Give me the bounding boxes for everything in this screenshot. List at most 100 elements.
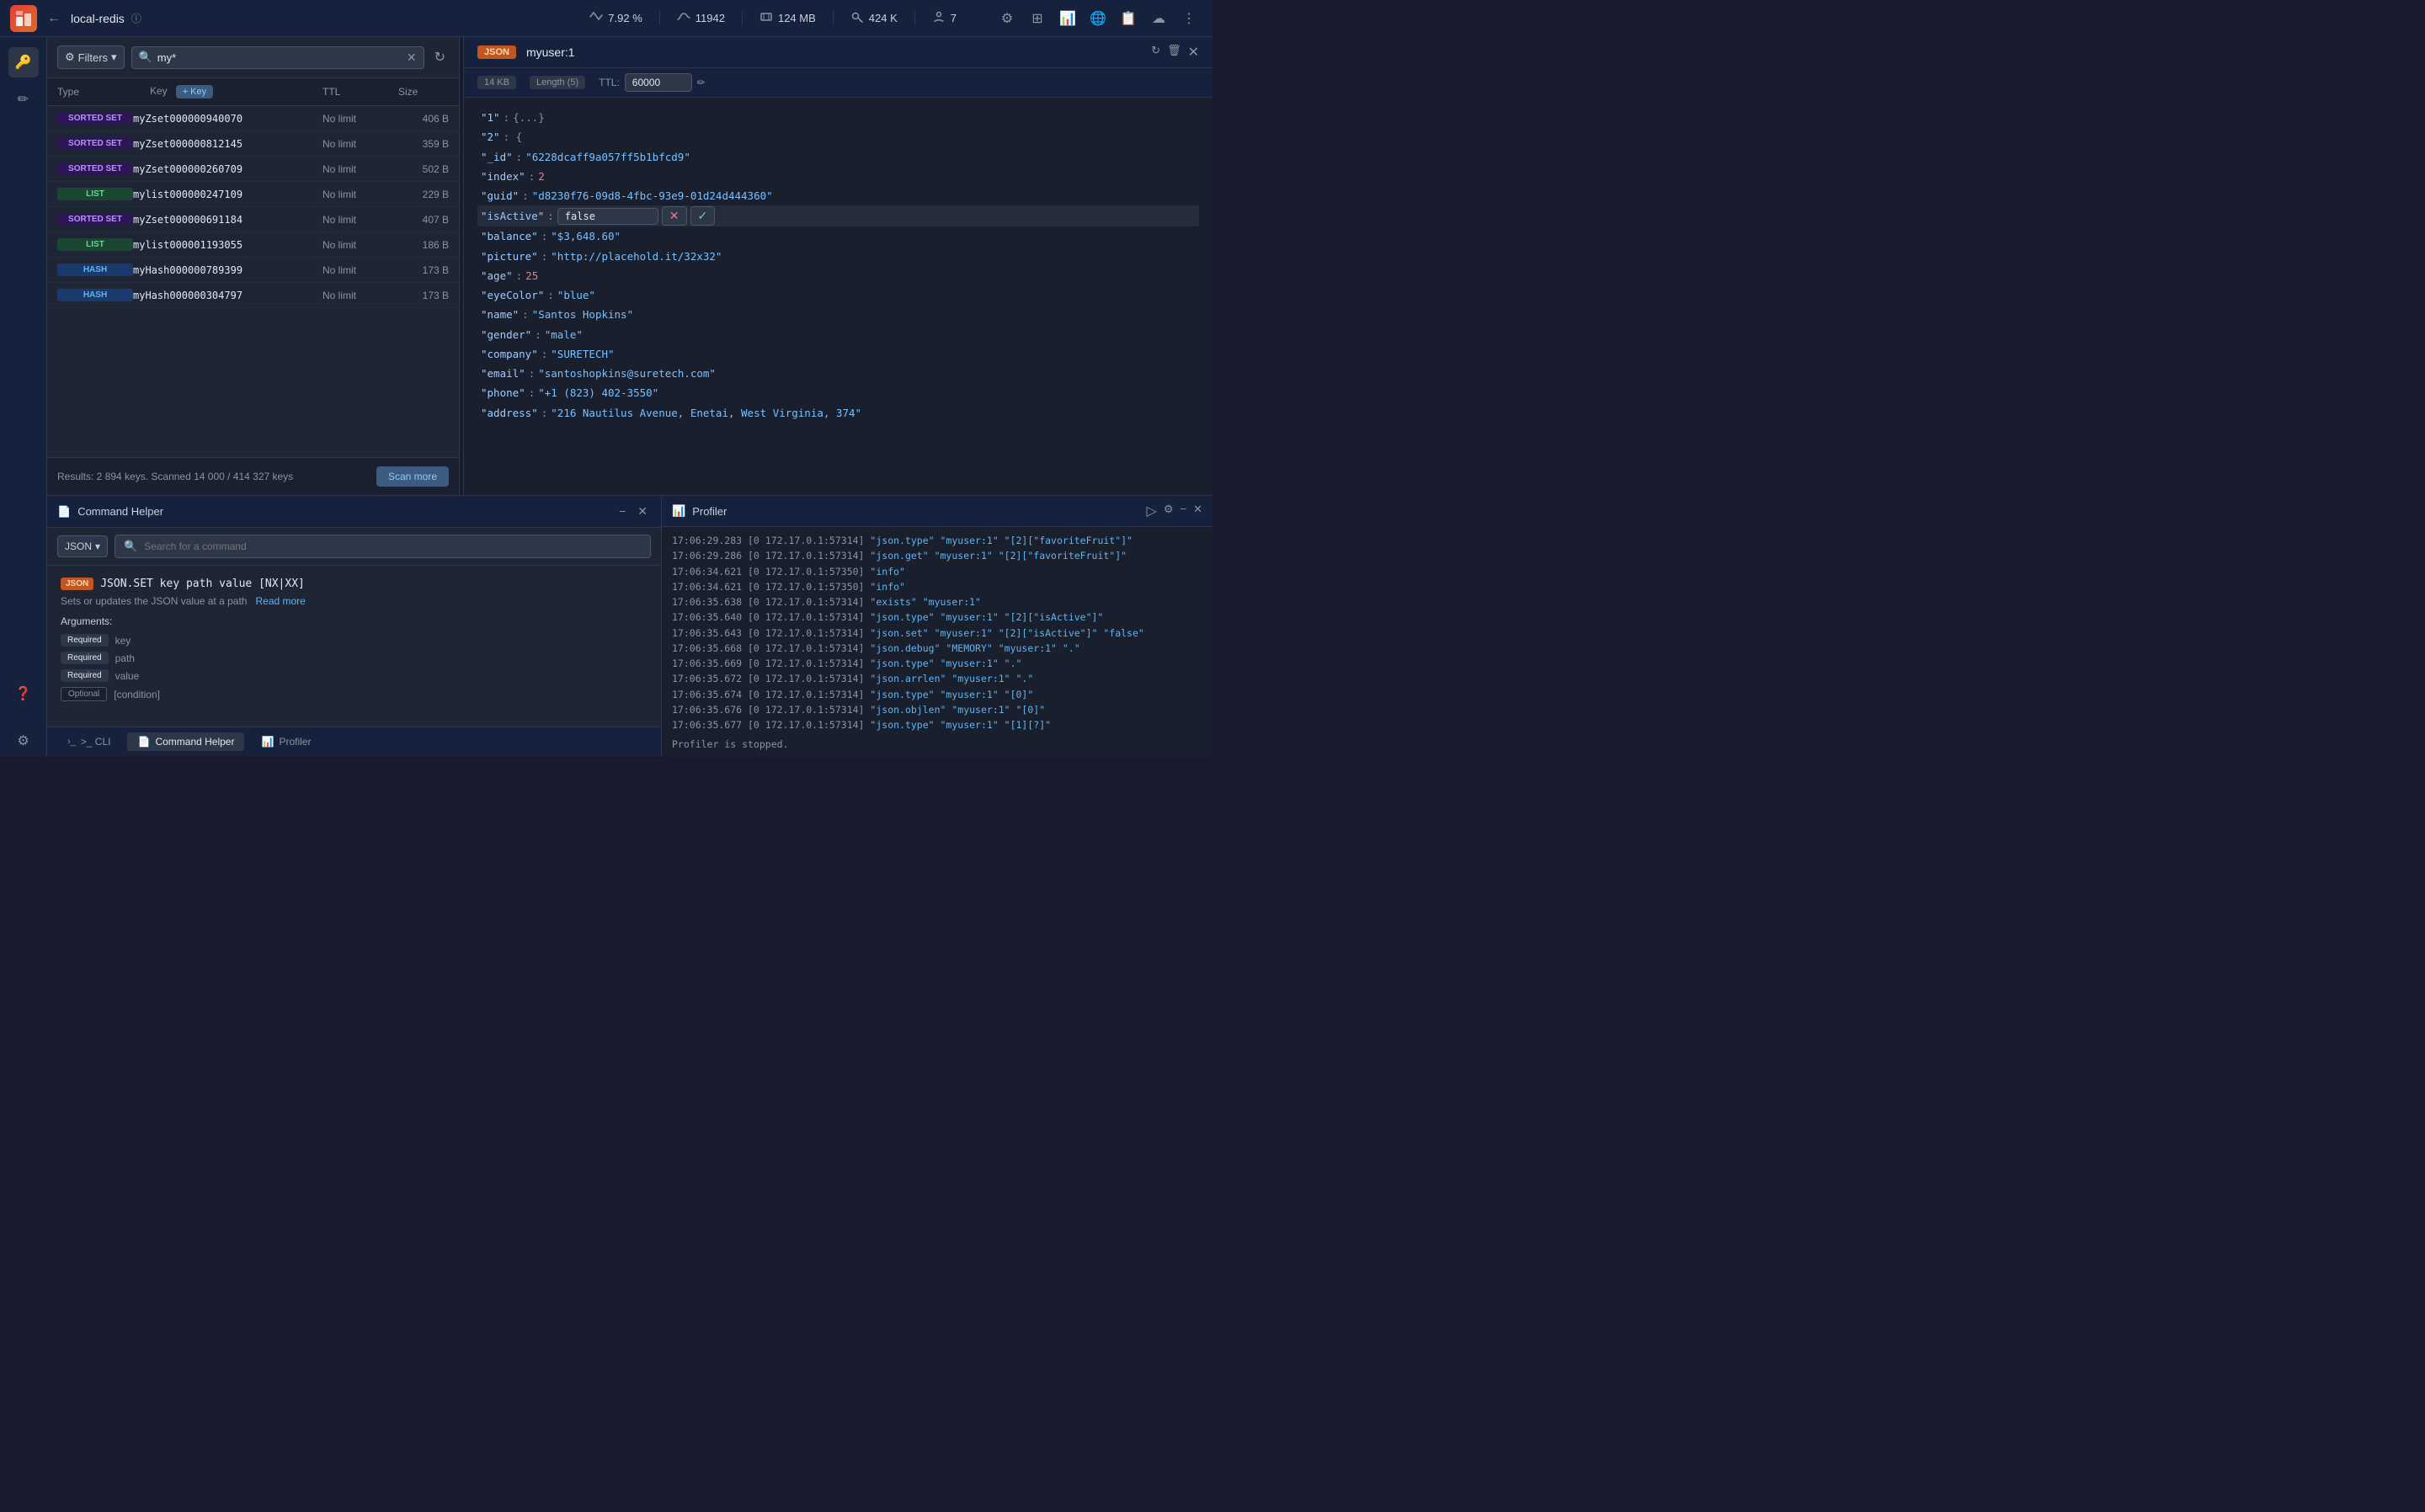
detail-close-button[interactable]: ✕ bbox=[1188, 44, 1199, 61]
search-input[interactable] bbox=[157, 51, 402, 64]
copy-icon[interactable]: ⧉ bbox=[1174, 267, 1181, 284]
copy-icon[interactable]: ⧉ bbox=[1174, 404, 1181, 421]
list-item[interactable]: HASH myHash000000789399 No limit 173 B bbox=[47, 258, 459, 283]
copy-icon[interactable]: ⧉ bbox=[1174, 129, 1181, 146]
detail-header: JSON myuser:1 ↻ 🗑 ✕ bbox=[464, 37, 1212, 68]
read-more-link[interactable]: Read more bbox=[255, 595, 305, 607]
minimize-button[interactable]: − bbox=[616, 503, 629, 520]
json-value: "male" bbox=[545, 326, 583, 343]
globe-icon[interactable]: 🌐 bbox=[1085, 5, 1111, 32]
copy-icon[interactable]: ⧉ bbox=[1174, 306, 1181, 323]
json-edit-confirm[interactable]: ✓ bbox=[690, 206, 716, 226]
back-button[interactable]: ← bbox=[47, 11, 61, 26]
copy-icon[interactable]: ⧉ bbox=[1174, 385, 1181, 402]
json-value: "santoshopkins@suretech.com" bbox=[538, 365, 716, 382]
delete-icon[interactable]: 🗑 bbox=[1186, 286, 1199, 303]
cloud-icon[interactable]: ☁ bbox=[1145, 5, 1172, 32]
delete-icon[interactable]: 🗑 bbox=[1186, 109, 1199, 125]
delete-icon[interactable]: 🗑 bbox=[1186, 168, 1199, 184]
arg-badge: Optional bbox=[61, 687, 107, 701]
cmd-entry: JSON JSON.SET key path value [NX|XX] Set… bbox=[61, 578, 648, 701]
json-line: "address" : "216 Nautilus Avenue, Enetai… bbox=[477, 403, 1199, 423]
copy-icon[interactable]: ⧉ bbox=[1174, 187, 1181, 204]
add-key-button[interactable]: + Key bbox=[176, 85, 213, 98]
settings-icon[interactable]: ⚙ bbox=[994, 5, 1021, 32]
tab-cli[interactable]: ›_ >_ CLI bbox=[57, 732, 120, 751]
json-key: "phone" bbox=[481, 384, 525, 402]
info-icon[interactable]: ⓘ bbox=[131, 11, 141, 25]
delete-icon[interactable]: 🗑 bbox=[1186, 267, 1199, 284]
copy-icon[interactable]: ⧉ bbox=[1174, 248, 1181, 264]
search-clear-icon[interactable]: ✕ bbox=[407, 51, 417, 65]
copy-icon[interactable]: ⧉ bbox=[1174, 345, 1181, 362]
cmd-type-select[interactable]: JSON ▾ bbox=[57, 535, 108, 557]
json-edit-cancel[interactable]: ✕ bbox=[662, 206, 687, 226]
delete-icon[interactable]: 🗑 bbox=[1186, 148, 1199, 165]
list-item[interactable]: SORTED SET myZset000000691184 No limit 4… bbox=[47, 207, 459, 232]
list-item[interactable]: LIST mylist000000247109 No limit 229 B bbox=[47, 182, 459, 207]
delete-icon[interactable]: 🗑 bbox=[1186, 129, 1199, 146]
cli-icon: ›_ bbox=[67, 737, 76, 747]
sidebar-item-settings[interactable]: ⚙ bbox=[8, 726, 39, 756]
ttl-input[interactable] bbox=[625, 73, 692, 92]
list-item[interactable]: LIST mylist000001193055 No limit 186 B bbox=[47, 232, 459, 258]
more-icon[interactable]: ⋮ bbox=[1175, 5, 1202, 32]
ttl-field: TTL: ✏ bbox=[599, 73, 706, 92]
profiler-line: 17:06:35.638 [0 172.17.0.1:57314] "exist… bbox=[672, 595, 1202, 610]
copy-icon[interactable]: ⧉ bbox=[1174, 109, 1181, 125]
delete-icon[interactable]: 🗑 bbox=[1186, 404, 1199, 421]
scan-more-button[interactable]: Scan more bbox=[376, 466, 449, 487]
sidebar-item-edit[interactable]: ✏ bbox=[8, 84, 39, 114]
copy-icon[interactable]: ⧉ bbox=[1174, 326, 1181, 343]
key-name: myZset000000260709 bbox=[133, 163, 322, 175]
clipboard-icon[interactable]: 📋 bbox=[1115, 5, 1142, 32]
profiler-settings-icon[interactable]: ⚙ bbox=[1164, 503, 1174, 519]
col-ttl-header: TTL bbox=[322, 86, 398, 98]
cmd-desc: Sets or updates the JSON value at a path… bbox=[61, 595, 648, 607]
delete-icon[interactable]: 🗑 bbox=[1186, 306, 1199, 323]
copy-icon[interactable]: ⧉ bbox=[1174, 228, 1181, 245]
tab-cmd-helper[interactable]: 📄 Command Helper bbox=[127, 732, 244, 751]
copy-icon[interactable]: ⧉ bbox=[1174, 168, 1181, 184]
list-item[interactable]: HASH myHash000000304797 No limit 173 B bbox=[47, 283, 459, 308]
delete-icon[interactable]: 🗑 bbox=[1186, 345, 1199, 362]
copy-icon[interactable]: ⧉ bbox=[1174, 365, 1181, 381]
cmd-search-input[interactable] bbox=[144, 540, 642, 552]
refresh-button[interactable]: ↻ bbox=[431, 45, 449, 69]
profiler-line: 17:06:35.674 [0 172.17.0.1:57314] "json.… bbox=[672, 688, 1202, 702]
cmd-helper-title: Command Helper bbox=[77, 505, 163, 518]
close-panel-button[interactable]: ✕ bbox=[634, 503, 651, 520]
key-size: 406 B bbox=[398, 113, 449, 125]
delete-icon[interactable]: 🗑 bbox=[1186, 326, 1199, 343]
detail-delete-icon[interactable]: 🗑 bbox=[1167, 44, 1181, 61]
profiler-close-button[interactable]: ✕ bbox=[1193, 503, 1202, 519]
copy-icon[interactable]: ⧉ bbox=[1174, 286, 1181, 303]
detail-key-name: myuser:1 bbox=[526, 45, 575, 59]
chart-icon[interactable]: 📊 bbox=[1054, 5, 1081, 32]
filter-button[interactable]: ⚙ Filters ▾ bbox=[57, 45, 125, 69]
list-item[interactable]: SORTED SET myZset000000940070 No limit 4… bbox=[47, 106, 459, 131]
cpu-value: 7.92 % bbox=[608, 12, 642, 24]
delete-icon[interactable]: 🗑 bbox=[1186, 365, 1199, 381]
sidebar-item-keys[interactable]: 🔑 bbox=[8, 47, 39, 77]
tab-profiler[interactable]: 📊 Profiler bbox=[251, 732, 321, 751]
top-bar: ← local-redis ⓘ 7.92 % 11942 124 MB 424 … bbox=[0, 0, 1212, 37]
grid-icon[interactable]: ⊞ bbox=[1024, 5, 1051, 32]
resize-handle[interactable] bbox=[460, 37, 463, 495]
delete-icon[interactable]: 🗑 bbox=[1186, 248, 1199, 264]
json-edit-input[interactable] bbox=[557, 208, 658, 225]
profiler-minimize-button[interactable]: − bbox=[1181, 503, 1187, 519]
copy-icon[interactable]: ⧉ bbox=[1174, 148, 1181, 165]
list-item[interactable]: SORTED SET myZset000000812145 No limit 3… bbox=[47, 131, 459, 157]
cmd-toolbar: JSON ▾ 🔍 bbox=[47, 528, 661, 566]
profiler-play-button[interactable]: ▷ bbox=[1147, 503, 1157, 519]
cmd-search-box: 🔍 bbox=[115, 535, 651, 558]
delete-icon[interactable]: 🗑 bbox=[1186, 228, 1199, 245]
list-item[interactable]: SORTED SET myZset000000260709 No limit 5… bbox=[47, 157, 459, 182]
sidebar-item-help[interactable]: ❓ bbox=[8, 679, 39, 709]
delete-icon[interactable]: 🗑 bbox=[1186, 385, 1199, 402]
detail-refresh-icon[interactable]: ↻ bbox=[1151, 44, 1160, 61]
delete-icon[interactable]: 🗑 bbox=[1186, 187, 1199, 204]
ttl-edit-icon[interactable]: ✏ bbox=[697, 77, 706, 88]
type-badge: HASH bbox=[57, 264, 133, 276]
